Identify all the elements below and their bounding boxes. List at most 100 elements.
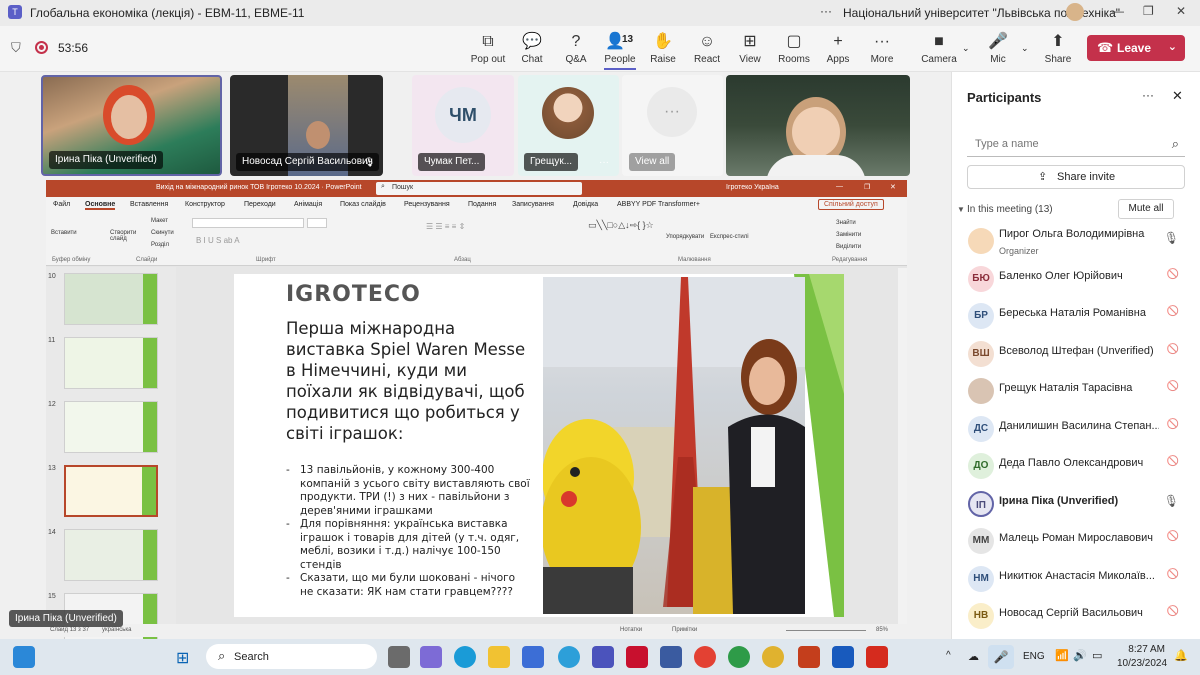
mic-off-icon[interactable]: 🚫 [1167, 306, 1179, 317]
pop-out-button[interactable]: ⧉ Pop out [466, 32, 510, 65]
minimize-icon[interactable]: — [1112, 4, 1124, 18]
copilot-icon[interactable] [420, 646, 442, 668]
tray-chevron-icon[interactable]: ^ [946, 650, 951, 661]
input-language[interactable]: ENG [1023, 651, 1045, 662]
participant-row[interactable]: ДО Деда Павло Олександрович 🚫 [964, 451, 1189, 485]
ppt-search-box[interactable]: ⌕ Пошук [376, 182, 582, 195]
slide-vertical-scrollbar[interactable] [898, 268, 907, 624]
participant-row[interactable]: ВШ Всеволод Штефан (Unverified) 🚫 [964, 339, 1189, 373]
mic-off-icon[interactable]: 🚫 [1167, 344, 1179, 355]
ppt-tab[interactable]: Подання [468, 201, 496, 208]
view-button[interactable]: ⊞ View [728, 32, 772, 65]
chrome-profile-icon[interactable] [728, 646, 750, 668]
video-tile-view-all[interactable]: ··· View all [622, 75, 723, 176]
taskbar-search[interactable]: ⌕ Search [206, 644, 377, 669]
camera-options-chevron-icon[interactable]: ⌄ [962, 43, 970, 54]
slide-thumbnail[interactable] [64, 529, 158, 581]
ppt-tab[interactable]: Анімація [294, 201, 322, 208]
ppt-tab[interactable]: Переходи [244, 201, 276, 208]
participant-row[interactable]: Пирог Ольга Володимирівна 🎙 [964, 226, 1189, 260]
ppt-share-button[interactable]: Спільний доступ [818, 199, 884, 210]
participant-row[interactable]: НМ Никитюк Анастасія Миколаїв... 🚫 [964, 564, 1189, 598]
mic-off-icon[interactable]: 🚫 [1167, 419, 1179, 430]
restore-icon[interactable]: ❐ [864, 183, 870, 191]
file-explorer-icon[interactable] [488, 646, 510, 668]
close-icon[interactable]: ✕ [1176, 4, 1186, 18]
share-button[interactable]: ⬆ Share [1036, 32, 1080, 65]
video-tile-novosad[interactable]: Новосад Сергій Васильович 🎙 [230, 75, 383, 176]
teams-icon[interactable] [592, 646, 614, 668]
ppt-tab[interactable]: Файл [53, 201, 70, 208]
new-slide-button[interactable]: Створити слайд [110, 230, 142, 242]
cloud-icon[interactable]: ☁ [968, 650, 979, 663]
mic-off-icon[interactable]: 🚫 [1167, 606, 1179, 617]
ppt-tab[interactable]: Конструктор [185, 201, 225, 208]
participant-row[interactable]: Грещук Наталія Тарасівна 🚫 [964, 376, 1189, 410]
profile-avatar[interactable] [1066, 3, 1084, 21]
section-button[interactable]: Розділ [151, 242, 169, 248]
start-icon[interactable]: ⊞ [176, 648, 189, 668]
quick-styles-button[interactable]: Експрес-стилі [710, 234, 749, 240]
mic-tray-icon[interactable]: 🎤 [988, 645, 1014, 669]
participant-row[interactable]: ІП Ірина Піка (Unverified) 🎙 [964, 489, 1189, 523]
notes-button[interactable]: Нотатки [620, 627, 642, 633]
video-tile-chumak[interactable]: ЧМ Чумак Пет... [412, 75, 514, 176]
word-icon[interactable] [832, 646, 854, 668]
arrange-button[interactable]: Упорядкувати [666, 234, 704, 240]
ppt-tab[interactable]: Рецензування [404, 201, 450, 208]
zoom-level[interactable]: 85% [876, 627, 888, 633]
zoom-slider[interactable] [786, 630, 866, 631]
people-button[interactable]: 👤 People [598, 32, 642, 65]
chrome-icon[interactable] [694, 646, 716, 668]
paste-button[interactable]: Вставити [51, 230, 77, 236]
restore-icon[interactable]: ❐ [1143, 4, 1154, 18]
participant-search[interactable]: ⌕ [967, 133, 1185, 157]
shapes-gallery[interactable]: ▭╲╲□○△↓⇨{ }☆ [588, 220, 654, 231]
layout-button[interactable]: Макет [151, 218, 168, 224]
ppt-tab[interactable]: Вставлення [130, 201, 168, 208]
mic-off-icon[interactable]: 🚫 [1167, 456, 1179, 467]
slide-thumbnail[interactable] [64, 465, 158, 517]
mic-button[interactable]: 🎤 Mic [976, 32, 1020, 65]
section-collapse-chevron-icon[interactable]: ▼ [957, 205, 965, 214]
ppt-tab[interactable]: ABBYY PDF Transformer+ [617, 201, 700, 208]
mic-off-icon[interactable]: 🚫 [1167, 531, 1179, 542]
video-tile-greshchuk[interactable]: Грещук... ··· [518, 75, 619, 176]
clock-date[interactable]: 10/23/2024 [1117, 658, 1167, 669]
participant-row[interactable]: ДС Данилишин Василина Степан... 🚫 [964, 414, 1189, 448]
participant-row[interactable]: НВ Новосад Сергій Васильович 🚫 [964, 601, 1189, 635]
weather-widget-icon[interactable] [13, 646, 35, 668]
close-icon[interactable]: ✕ [890, 183, 896, 191]
chat-button[interactable]: 💬 Chat [510, 32, 554, 65]
mic-on-icon[interactable]: 🎙 [1164, 231, 1179, 245]
ppt-tab[interactable]: Довідка [573, 201, 598, 208]
slide-thumbnail[interactable] [64, 337, 158, 389]
task-view-icon[interactable] [388, 646, 410, 668]
more-icon[interactable]: ··· [599, 157, 609, 168]
clock-time[interactable]: 8:27 AM [1125, 644, 1165, 655]
raise-button[interactable]: ✋ Raise [641, 32, 685, 65]
mic-off-icon[interactable]: 🚫 [1167, 269, 1179, 280]
chrome-alt-icon[interactable] [762, 646, 784, 668]
edge-icon[interactable] [454, 646, 476, 668]
battery-icon[interactable]: ▭ [1092, 649, 1102, 662]
app-icon[interactable] [558, 646, 580, 668]
save-icon[interactable] [660, 646, 682, 668]
apps-button[interactable]: + Apps [816, 32, 860, 65]
select-button[interactable]: Виділити [836, 244, 861, 250]
slide-thumbnail[interactable] [64, 401, 158, 453]
panel-more-icon[interactable]: ··· [1142, 88, 1154, 102]
font-family-select[interactable] [192, 218, 304, 228]
leave-button[interactable]: ☎ Leave ⌄ [1087, 35, 1185, 61]
more-options-icon[interactable]: ··· [820, 4, 832, 18]
ppt-tab[interactable]: Показ слайдів [340, 201, 386, 208]
share-invite-button[interactable]: ⇪ Share invite [967, 165, 1185, 189]
slide-thumbnail[interactable] [64, 273, 158, 325]
participant-row[interactable]: БЮ Баленко Олег Юрійович 🚫 [964, 264, 1189, 298]
video-tile-speaker[interactable]: Ірина Піка (Unverified) [41, 75, 222, 176]
notifications-icon[interactable]: 🔔 [1174, 649, 1188, 662]
store-icon[interactable] [522, 646, 544, 668]
replace-button[interactable]: Замінити [836, 232, 861, 238]
video-tile-pyroh[interactable] [726, 75, 910, 176]
more-button[interactable]: ··· More [860, 32, 904, 65]
